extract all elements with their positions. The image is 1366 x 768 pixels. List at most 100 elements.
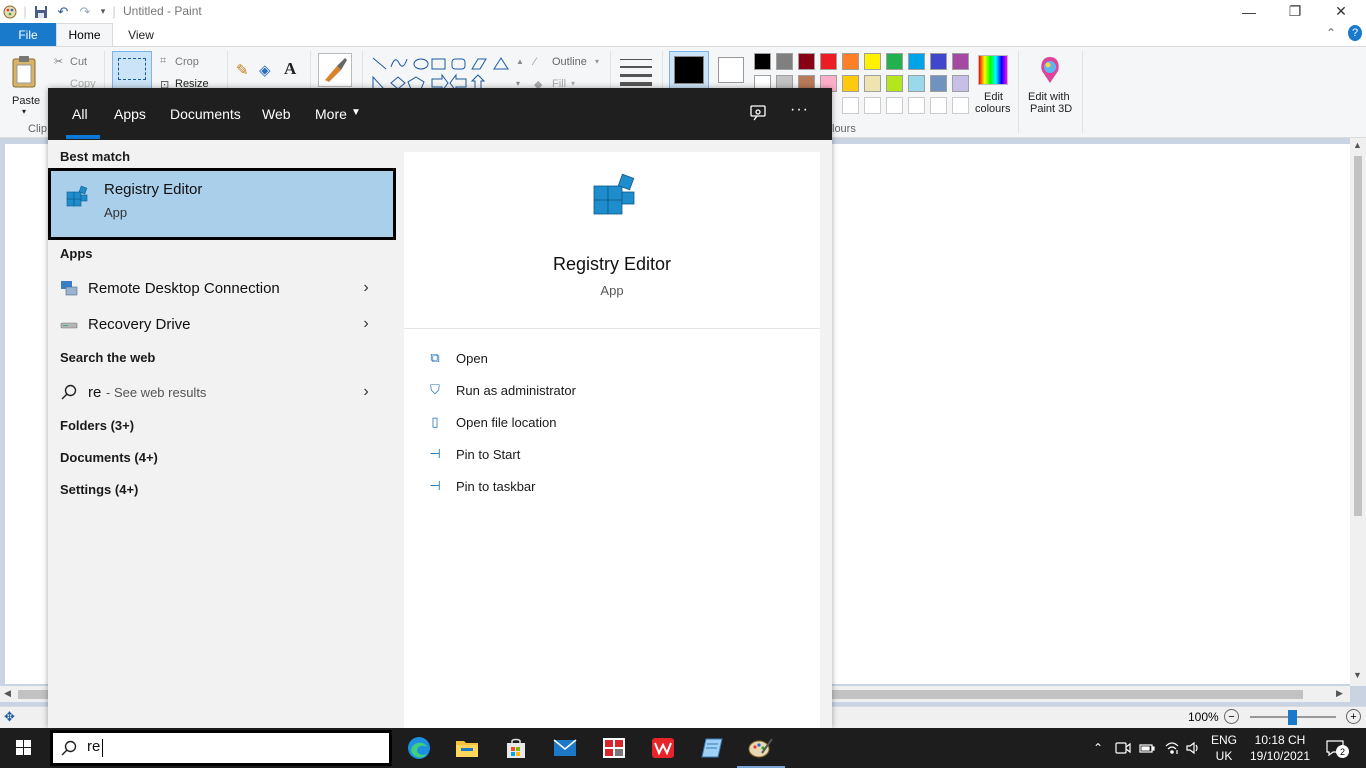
- edit-colours-icon[interactable]: [978, 55, 1008, 85]
- tab-web[interactable]: Web: [262, 88, 291, 140]
- action-pin-to-taskbar[interactable]: ⊣ Pin to taskbar: [426, 475, 726, 497]
- shapes-more-icon[interactable]: ▾: [516, 79, 520, 88]
- action-open[interactable]: ⧉ Open: [426, 347, 726, 369]
- action-run-as-administrator[interactable]: ⛉ Run as administrator: [426, 379, 726, 401]
- text-tool-icon[interactable]: A: [284, 59, 296, 79]
- palette-swatch[interactable]: [952, 53, 969, 70]
- action-pin-to-start[interactable]: ⊣ Pin to Start: [426, 443, 726, 465]
- zoom-in-icon[interactable]: +: [1346, 709, 1361, 724]
- custom-colour-swatch[interactable]: [842, 97, 859, 114]
- scroll-right-icon[interactable]: ▶: [1336, 688, 1343, 699]
- custom-colour-swatch[interactable]: [908, 97, 925, 114]
- scroll-down-icon[interactable]: ▼: [1353, 670, 1362, 680]
- feedback-icon[interactable]: [748, 103, 768, 123]
- select-button[interactable]: [112, 51, 152, 89]
- battery-icon[interactable]: [1138, 728, 1156, 768]
- paste-dropdown-icon[interactable]: ▾: [22, 107, 26, 116]
- fill-bucket-icon[interactable]: ◈: [259, 61, 271, 79]
- cut-icon[interactable]: ✂: [54, 55, 63, 68]
- palette-swatch[interactable]: [820, 53, 837, 70]
- colour-2-button[interactable]: [718, 57, 744, 83]
- chevron-right-icon[interactable]: ›: [356, 306, 376, 342]
- wifi-icon[interactable]: [1162, 728, 1182, 768]
- action-open-file-location[interactable]: ▯ Open file location: [426, 411, 726, 433]
- crop-icon[interactable]: ⌗: [160, 55, 166, 68]
- palette-swatch[interactable]: [776, 53, 793, 70]
- palette-swatch[interactable]: [908, 75, 925, 92]
- palette-swatch[interactable]: [930, 53, 947, 70]
- cut-button[interactable]: Cut: [70, 56, 87, 68]
- file-explorer-taskbar-button[interactable]: [443, 728, 491, 768]
- restore-button[interactable]: ❐: [1272, 0, 1318, 23]
- tab-apps[interactable]: Apps: [114, 88, 146, 140]
- fill-dropdown-icon[interactable]: ▾: [571, 79, 575, 88]
- palette-swatch[interactable]: [842, 75, 859, 92]
- clock-time[interactable]: 10:18 CH: [1248, 732, 1312, 748]
- palette-swatch[interactable]: [754, 53, 771, 70]
- store-taskbar-button[interactable]: [492, 728, 540, 768]
- scroll-up-icon[interactable]: ▲: [1353, 140, 1362, 150]
- tab-home[interactable]: Home: [56, 23, 113, 46]
- custom-colour-swatch[interactable]: [886, 97, 903, 114]
- palette-swatch[interactable]: [952, 75, 969, 92]
- tab-view[interactable]: View: [113, 23, 169, 46]
- tab-more[interactable]: More: [315, 88, 347, 140]
- list-item-recovery-drive[interactable]: Recovery Drive ›: [48, 306, 388, 342]
- list-item-web-results[interactable]: re - See web results ›: [48, 374, 388, 410]
- best-match-registry-editor[interactable]: Registry Editor App: [48, 168, 396, 240]
- more-options-icon[interactable]: ···: [790, 101, 809, 119]
- palette-swatch[interactable]: [864, 53, 881, 70]
- outline-button[interactable]: Outline: [552, 56, 587, 68]
- paint-3d-icon[interactable]: [1036, 55, 1064, 85]
- documents-category[interactable]: Documents (4+): [60, 450, 158, 465]
- taskbar-search-box[interactable]: re: [50, 730, 392, 766]
- brushes-button[interactable]: [318, 53, 352, 87]
- more-chevron-icon[interactable]: ▼: [351, 107, 361, 118]
- chevron-right-icon[interactable]: ›: [356, 270, 376, 306]
- edit-colours-label-1[interactable]: Edit: [984, 91, 1003, 103]
- pencil-icon[interactable]: ✎: [236, 61, 249, 79]
- save-icon[interactable]: [32, 3, 50, 20]
- clock-date[interactable]: 19/10/2021: [1246, 748, 1314, 764]
- crop-button[interactable]: Crop: [175, 56, 199, 68]
- search-input[interactable]: re: [87, 738, 100, 755]
- undo-icon[interactable]: ↶: [54, 3, 72, 20]
- start-button[interactable]: [0, 728, 48, 768]
- zoom-out-icon[interactable]: −: [1224, 709, 1239, 724]
- custom-colour-swatch[interactable]: [930, 97, 947, 114]
- vertical-scroll-thumb[interactable]: [1354, 156, 1362, 516]
- list-item-remote-desktop[interactable]: Remote Desktop Connection ›: [48, 270, 388, 306]
- redo-icon[interactable]: ↷: [76, 3, 94, 20]
- customize-quick-access-icon[interactable]: ▾: [96, 3, 110, 20]
- app-taskbar-button[interactable]: [590, 728, 638, 768]
- paste-button[interactable]: Paste: [12, 95, 40, 107]
- volume-icon[interactable]: [1184, 728, 1202, 768]
- palette-swatch[interactable]: [908, 53, 925, 70]
- folders-category[interactable]: Folders (3+): [60, 418, 134, 433]
- shapes-scroll-up-icon[interactable]: ▲: [516, 57, 524, 66]
- webcam-icon[interactable]: [1114, 728, 1132, 768]
- language-indicator-2[interactable]: UK: [1206, 748, 1242, 764]
- tab-all[interactable]: All: [72, 88, 88, 140]
- edge-taskbar-button[interactable]: [395, 728, 443, 768]
- show-hidden-icons[interactable]: ⌃: [1090, 728, 1106, 768]
- size-button[interactable]: [620, 57, 652, 86]
- outline-icon[interactable]: ⁄: [534, 56, 536, 68]
- paint-3d-label-1[interactable]: Edit with: [1028, 91, 1070, 103]
- palette-swatch[interactable]: [886, 75, 903, 92]
- paste-icon[interactable]: [10, 55, 40, 89]
- palette-swatch[interactable]: [864, 75, 881, 92]
- help-icon[interactable]: ?: [1348, 25, 1362, 41]
- language-indicator-1[interactable]: ENG: [1206, 732, 1242, 748]
- palette-swatch[interactable]: [842, 53, 859, 70]
- palette-swatch[interactable]: [930, 75, 947, 92]
- tab-documents[interactable]: Documents: [170, 88, 241, 140]
- settings-category[interactable]: Settings (4+): [60, 482, 138, 497]
- zoom-slider-thumb[interactable]: [1288, 710, 1297, 725]
- custom-colour-swatch[interactable]: [952, 97, 969, 114]
- outline-dropdown-icon[interactable]: ▾: [595, 57, 599, 66]
- mail-taskbar-button[interactable]: [541, 728, 589, 768]
- minimize-ribbon-icon[interactable]: ⌃: [1326, 26, 1336, 40]
- close-button[interactable]: ✕: [1318, 0, 1364, 23]
- edit-colours-label-2[interactable]: colours: [975, 103, 1010, 115]
